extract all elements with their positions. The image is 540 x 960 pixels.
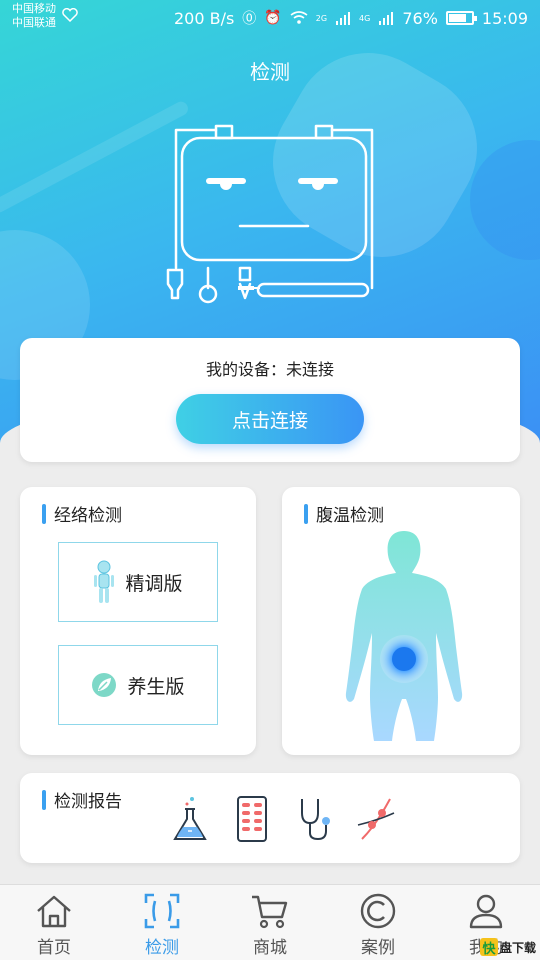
tab-detection-label: 检测 [145,938,179,958]
tab-mall-label: 商城 [253,938,287,958]
clock: 15:09 [481,8,528,28]
signal-2g-label: 2G [315,13,328,23]
device-card: 我的设备：未连接 点击连接 [20,338,520,462]
title-accent-bar [42,503,46,524]
precision-version-label: 精调版 [125,572,183,595]
meridian-detection-card: 经络检测 精调版 养生版 [20,487,256,755]
status-bar: 中国移动 中国联通 200 B/s ⓪ ⏰ 2G 4G 76% 15:09 [0,0,540,36]
dna-icon [357,798,395,840]
tab-cases-label: 案例 [361,938,395,958]
battery-level [448,14,466,22]
report-icon-row [170,795,396,843]
pill-pack-icon [237,796,267,842]
report-section-title: 检测报告 [42,787,122,812]
signal-icon [379,12,394,25]
flask-icon [173,797,207,840]
title-accent-bar [42,789,46,810]
home-icon [37,895,71,928]
device-illustration [166,124,374,304]
alarm-icon: ⏰ [264,10,282,26]
watermark-logo: 快 [479,938,498,957]
meridian-title: 经络检测 [54,506,122,526]
title-accent-bar [304,503,308,524]
wellness-version-label: 养生版 [127,675,185,698]
tab-home[interactable]: 首页 [0,885,108,960]
leaf-icon [92,673,117,697]
battery-icon [445,11,477,25]
hd-icon: ⓪ [242,11,257,27]
person-figure-icon [94,560,115,603]
abdomen-title: 腹温检测 [316,506,384,526]
cart-icon [252,895,288,929]
decor-bubble [470,140,540,260]
bottom-tab-bar: 首页 检测 商城 案例 我的 [0,884,540,960]
wellness-version-button[interactable]: 养生版 [58,645,218,725]
scan-icon [144,893,180,929]
stethoscope-icon [301,799,330,841]
body-figure-icon [345,531,463,741]
network-speed: 200 B/s [173,8,235,28]
tab-cases[interactable]: 案例 [324,885,432,960]
signal-icon [336,12,351,25]
carrier-1: 中国移动 [12,2,56,15]
page-title: 检测 [250,60,290,84]
battery-percent: 76% [402,8,438,28]
heart-icon [62,8,78,22]
report-card[interactable]: 检测报告 [20,773,520,863]
case-icon [360,893,396,929]
abdomen-section-title: 腹温检测 [304,501,384,526]
report-title: 检测报告 [54,792,122,812]
watermark-text: 盘下载 [499,940,536,955]
abdomen-temp-card[interactable]: 腹温检测 [282,487,520,755]
tab-mall[interactable]: 商城 [216,885,324,960]
precision-version-button[interactable]: 精调版 [58,542,218,622]
watermark: 快 盘下载 [479,938,536,957]
signal-4g-label: 4G [359,13,371,23]
device-status-text: 我的设备：未连接 [205,360,334,379]
user-icon [469,894,503,929]
connect-button[interactable]: 点击连接 [176,394,364,444]
tab-home-label: 首页 [37,938,71,958]
meridian-section-title: 经络检测 [42,501,122,526]
carrier-2: 中国联通 [12,16,56,29]
carrier-info: 中国移动 中国联通 [12,2,56,30]
wifi-icon [290,11,308,24]
tab-detection[interactable]: 检测 [108,885,216,960]
